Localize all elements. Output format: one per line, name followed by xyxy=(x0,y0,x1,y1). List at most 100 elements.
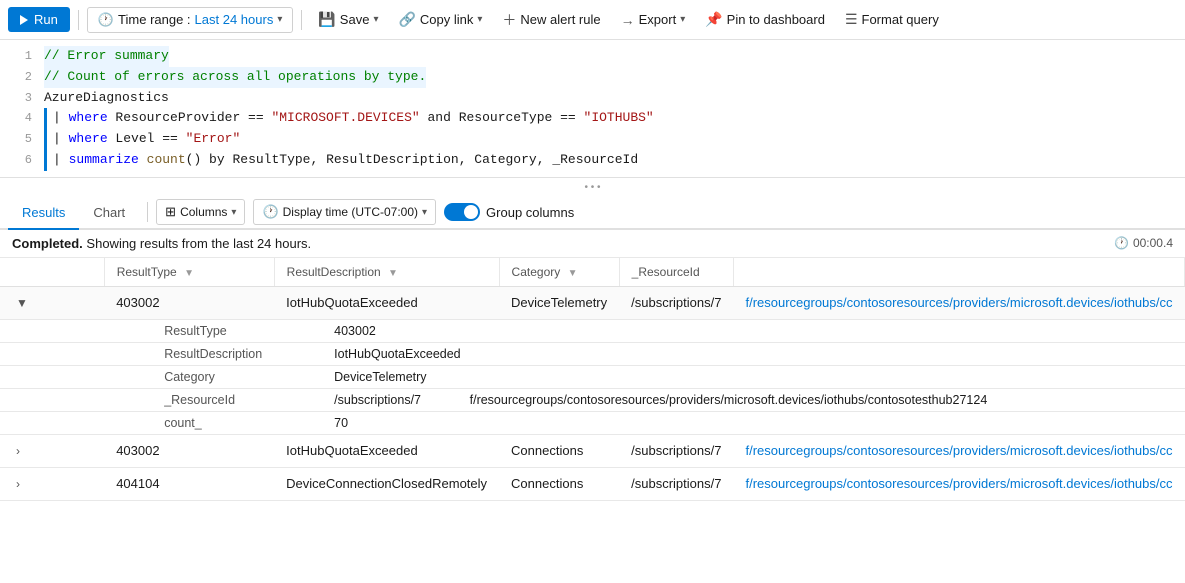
expanded-detail-count: count_ 70 xyxy=(0,411,1185,434)
tab-chart[interactable]: Chart xyxy=(79,197,139,230)
expanded-detail-resulttype: ResultType 403002 xyxy=(0,319,1185,342)
cell-resultdesc-2: IotHubQuotaExceeded xyxy=(274,434,499,467)
group-columns-toggle[interactable] xyxy=(444,203,480,221)
filter-icon-category[interactable]: ▼ xyxy=(568,268,578,279)
time-range-label: Time range : xyxy=(118,12,191,27)
results-table: ResultType ▼ ResultDescription ▼ Categor… xyxy=(0,258,1185,501)
line-bar-6 xyxy=(44,150,47,171)
cell-resourceid-2: /subscriptions/7 xyxy=(619,434,733,467)
results-container: ResultType ▼ ResultDescription ▼ Categor… xyxy=(0,258,1185,501)
expanded-val-category: DeviceTelemetry xyxy=(274,365,1184,388)
code-editor[interactable]: 1 // Error summary 2 // Count of errors … xyxy=(0,40,1185,178)
cell-resulttype-3: 404104 xyxy=(104,467,274,500)
cell-resultdesc-3: DeviceConnectionClosedRemotely xyxy=(274,467,499,500)
export-chevron: ▾ xyxy=(680,14,685,25)
collapse-button-1[interactable]: ▼ xyxy=(12,294,32,312)
group-columns-label: Group columns xyxy=(486,205,574,220)
export-button[interactable]: → Export ▾ xyxy=(613,8,694,32)
pin-to-dashboard-button[interactable]: 📌 Pin to dashboard xyxy=(697,7,833,32)
code-line-5: 5 | where Level == "Error" xyxy=(0,129,1185,150)
separator-2 xyxy=(301,10,302,30)
play-icon xyxy=(20,15,28,25)
expand-cell-1: ▼ xyxy=(0,286,104,319)
expanded-val-resourceid: /subscriptions/7 f/resourcegroups/contos… xyxy=(274,388,1184,411)
time-range-chevron: ▾ xyxy=(277,14,282,25)
copy-link-chevron: ▾ xyxy=(477,14,482,25)
expand-button-3[interactable]: › xyxy=(12,475,24,493)
results-toolbar: Results Chart ⊞ Columns ▾ 🕐 Display time… xyxy=(0,197,1185,230)
columns-chevron: ▾ xyxy=(231,207,236,218)
tab-results[interactable]: Results xyxy=(8,197,79,230)
th-category: Category ▼ xyxy=(499,258,619,287)
th-resource-id: _ResourceId xyxy=(619,258,733,287)
expand-cell-3: › xyxy=(0,467,104,500)
expanded-detail-resultdesc: ResultDescription IotHubQuotaExceeded xyxy=(0,342,1185,365)
cell-category-3: Connections xyxy=(499,467,619,500)
status-time: 🕐 00:00.4 xyxy=(1114,236,1173,250)
line-bar-4 xyxy=(44,108,47,129)
th-result-type: ResultType ▼ xyxy=(104,258,274,287)
time-range-button[interactable]: 🕐 Time range : Last 24 hours ▾ xyxy=(87,7,294,33)
expanded-label-4 xyxy=(0,388,104,411)
results-sep-1 xyxy=(147,202,148,222)
time-range-value: Last 24 hours xyxy=(195,12,274,27)
th-result-description: ResultDescription ▼ xyxy=(274,258,499,287)
plus-icon: ＋ xyxy=(502,10,516,30)
expand-cell-2: › xyxy=(0,434,104,467)
status-completed: Completed. xyxy=(12,236,83,251)
format-icon: ☰ xyxy=(845,11,858,28)
expanded-label xyxy=(0,319,104,342)
th-resource-path xyxy=(733,258,1184,287)
cell-resourceid-1: /subscriptions/7 xyxy=(619,286,733,319)
elapsed-time: 00:00.4 xyxy=(1133,236,1173,250)
columns-button[interactable]: ⊞ Columns ▾ xyxy=(156,199,245,225)
save-chevron: ▾ xyxy=(373,14,378,25)
save-button[interactable]: 💾 Save ▾ xyxy=(310,7,386,32)
expanded-key-count: count_ xyxy=(104,411,274,434)
table-row: ▼ 403002 IotHubQuotaExceeded DeviceTelem… xyxy=(0,286,1185,319)
format-query-button[interactable]: ☰ Format query xyxy=(837,7,947,32)
status-description: Showing results from the last 24 hours. xyxy=(86,236,311,251)
timer-icon: 🕐 xyxy=(1114,236,1129,250)
cell-resultdesc-1: IotHubQuotaExceeded xyxy=(274,286,499,319)
th-expand xyxy=(0,258,104,287)
cell-resulttype-2: 403002 xyxy=(104,434,274,467)
display-time-chevron: ▾ xyxy=(422,207,427,218)
filter-icon-resultdescription[interactable]: ▼ xyxy=(388,268,398,279)
expanded-label-3 xyxy=(0,365,104,388)
link-icon: 🔗 xyxy=(398,11,415,28)
code-line-1: 1 // Error summary xyxy=(0,46,1185,67)
copy-link-button[interactable]: 🔗 Copy link ▾ xyxy=(390,7,490,32)
separator-1 xyxy=(78,10,79,30)
toolbar: Run 🕐 Time range : Last 24 hours ▾ 💾 Sav… xyxy=(0,0,1185,40)
clock-icon-2: 🕐 xyxy=(262,204,278,220)
expanded-val-resulttype: 403002 xyxy=(274,319,1184,342)
expanded-label-2 xyxy=(0,342,104,365)
expanded-detail-category: Category DeviceTelemetry xyxy=(0,365,1185,388)
expanded-key-category: Category xyxy=(104,365,274,388)
cell-resulttype-1: 403002 xyxy=(104,286,274,319)
status-bar: Completed. Showing results from the last… xyxy=(0,230,1185,258)
line-bar-5 xyxy=(44,129,47,150)
run-button[interactable]: Run xyxy=(8,7,70,32)
cell-resourcepath-2: f/resourcegroups/contosoresources/provid… xyxy=(733,434,1184,467)
drag-handle[interactable]: • • • xyxy=(0,178,1185,197)
code-line-3: 3 AzureDiagnostics xyxy=(0,88,1185,109)
expanded-key-resourceid: _ResourceId xyxy=(104,388,274,411)
group-columns-toggle-wrap: Group columns xyxy=(444,203,574,221)
cell-category-1: DeviceTelemetry xyxy=(499,286,619,319)
code-line-6: 6 | summarize count() by ResultType, Res… xyxy=(0,150,1185,171)
new-alert-rule-button[interactable]: ＋ New alert rule xyxy=(494,6,608,34)
filter-icon-resulttype[interactable]: ▼ xyxy=(184,268,194,279)
expanded-label-5 xyxy=(0,411,104,434)
code-line-4: 4 | where ResourceProvider == "MICROSOFT… xyxy=(0,108,1185,129)
cell-resourcepath-1: f/resourcegroups/contosoresources/provid… xyxy=(733,286,1184,319)
table-row: › 404104 DeviceConnectionClosedRemotely … xyxy=(0,467,1185,500)
expand-button-2[interactable]: › xyxy=(12,442,24,460)
expanded-val-resultdesc: IotHubQuotaExceeded xyxy=(274,342,1184,365)
run-label: Run xyxy=(34,12,58,27)
display-time-button[interactable]: 🕐 Display time (UTC-07:00) ▾ xyxy=(253,199,436,225)
cell-resourceid-3: /subscriptions/7 xyxy=(619,467,733,500)
expanded-key-resultdesc: ResultDescription xyxy=(104,342,274,365)
pin-icon: 📌 xyxy=(705,11,722,28)
